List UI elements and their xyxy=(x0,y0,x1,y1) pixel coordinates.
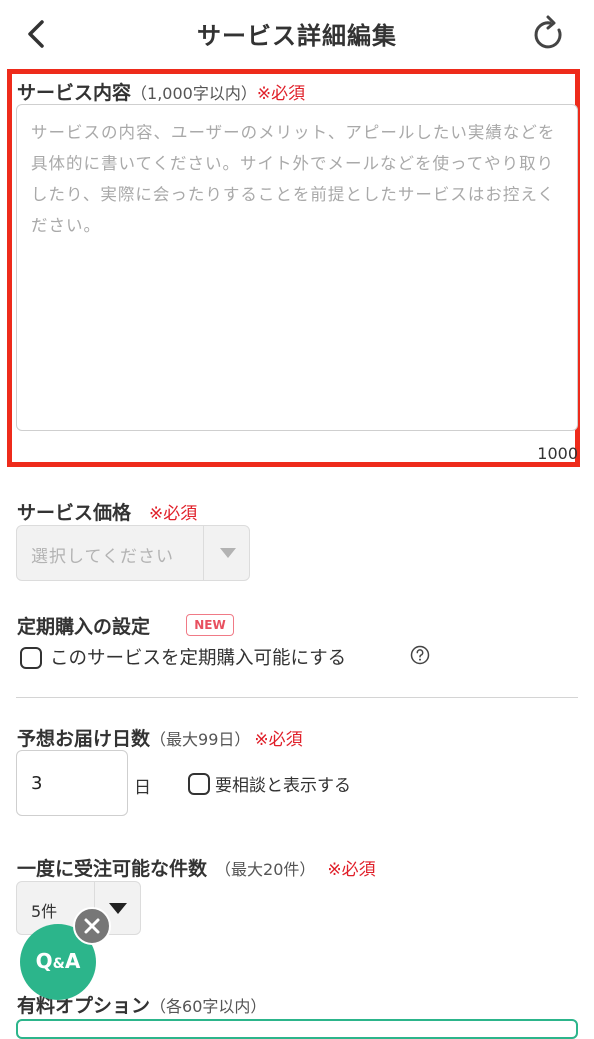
required-mark: ※必須 xyxy=(254,730,303,750)
price-select[interactable]: 選択してください xyxy=(16,525,250,581)
subscription-label: 定期購入の設定 xyxy=(17,616,151,638)
delivery-label: 予想お届け日数（最大99日） ※必須 xyxy=(17,724,303,751)
qa-label-amp: & xyxy=(52,956,65,972)
page-title: サービス詳細編集 xyxy=(197,22,397,50)
price-label: サービス価格 ※必須 xyxy=(17,498,197,525)
capacity-select-value: 5件 xyxy=(31,902,58,921)
select-divider xyxy=(203,526,204,580)
capacity-limit: （最大20件） xyxy=(215,860,316,879)
new-badge: NEW xyxy=(186,614,234,636)
options-limit: （各60字以内） xyxy=(150,997,267,1016)
price-select-value: 選択してください xyxy=(31,547,174,567)
help-icon[interactable] xyxy=(410,645,430,665)
service-content-limit: （1,000字以内） xyxy=(131,84,257,103)
subscription-checkbox-label[interactable]: このサービスを定期購入可能にする xyxy=(50,644,346,670)
qa-label: Q&A xyxy=(20,949,96,973)
char-counter: 1000 xyxy=(537,444,578,463)
delivery-days-input[interactable]: 3 xyxy=(16,750,128,816)
required-mark: ※必須 xyxy=(327,860,376,880)
section-divider xyxy=(16,697,578,698)
service-content-label: サービス内容（1,000字以内）※必須 xyxy=(17,78,305,105)
service-content-placeholder: サービスの内容、ユーザーのメリット、アピールしたい実績などを具体的に書いてくださ… xyxy=(31,123,556,235)
service-content-title: サービス内容 xyxy=(17,82,132,104)
qa-close-button[interactable] xyxy=(73,907,111,945)
delivery-title: 予想お届け日数 xyxy=(17,728,151,750)
capacity-label: 一度に受注可能な件数 （最大20件） ※必須 xyxy=(17,854,376,881)
required-mark: ※必須 xyxy=(256,84,306,104)
options-input[interactable] xyxy=(16,1019,578,1039)
price-title: サービス価格 xyxy=(17,502,132,524)
days-unit: 日 xyxy=(134,778,151,798)
refresh-icon xyxy=(534,15,562,49)
close-icon xyxy=(84,918,100,934)
capacity-title: 一度に受注可能な件数 xyxy=(17,858,208,880)
refresh-button[interactable] xyxy=(528,14,570,54)
service-content-textarea[interactable]: サービスの内容、ユーザーのメリット、アピールしたい実績などを具体的に書いてくださ… xyxy=(16,104,578,431)
subscription-checkbox[interactable] xyxy=(20,647,42,669)
caret-down-icon xyxy=(220,548,236,558)
consult-checkbox[interactable] xyxy=(188,773,210,795)
delivery-limit: （最大99日） xyxy=(150,730,251,749)
app-header: サービス詳細編集 xyxy=(0,0,594,68)
consult-checkbox-label[interactable]: 要相談と表示する xyxy=(215,771,351,796)
options-title: 有料オプション xyxy=(17,995,151,1017)
qa-label-a: A xyxy=(64,949,81,973)
qa-label-q: Q xyxy=(35,949,53,973)
caret-down-icon xyxy=(109,903,127,914)
delivery-days-value: 3 xyxy=(31,773,43,794)
required-mark: ※必須 xyxy=(149,504,198,524)
